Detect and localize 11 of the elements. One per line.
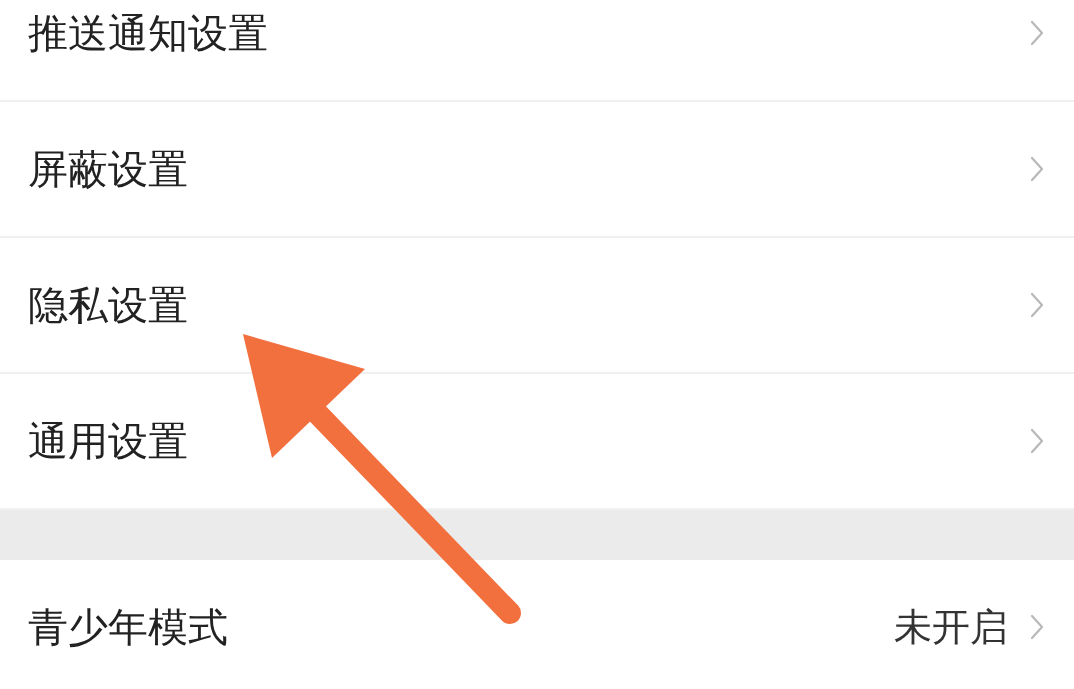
chevron-right-icon [1030, 20, 1044, 46]
setting-label[interactable]: 推送通知设置 [28, 5, 268, 61]
chevron-right-icon [1030, 156, 1044, 182]
setting-label[interactable]: 屏蔽设置 [28, 141, 188, 197]
chevron-right-icon [1030, 292, 1044, 318]
setting-label[interactable]: 通用设置 [28, 413, 188, 469]
setting-label[interactable]: 隐私设置 [28, 277, 188, 333]
chevron-right-icon [1030, 614, 1044, 640]
chevron-right-icon [1030, 428, 1044, 454]
setting-value: 未开启 [894, 603, 1008, 651]
setting-label[interactable]: 青少年模式 [28, 599, 228, 655]
